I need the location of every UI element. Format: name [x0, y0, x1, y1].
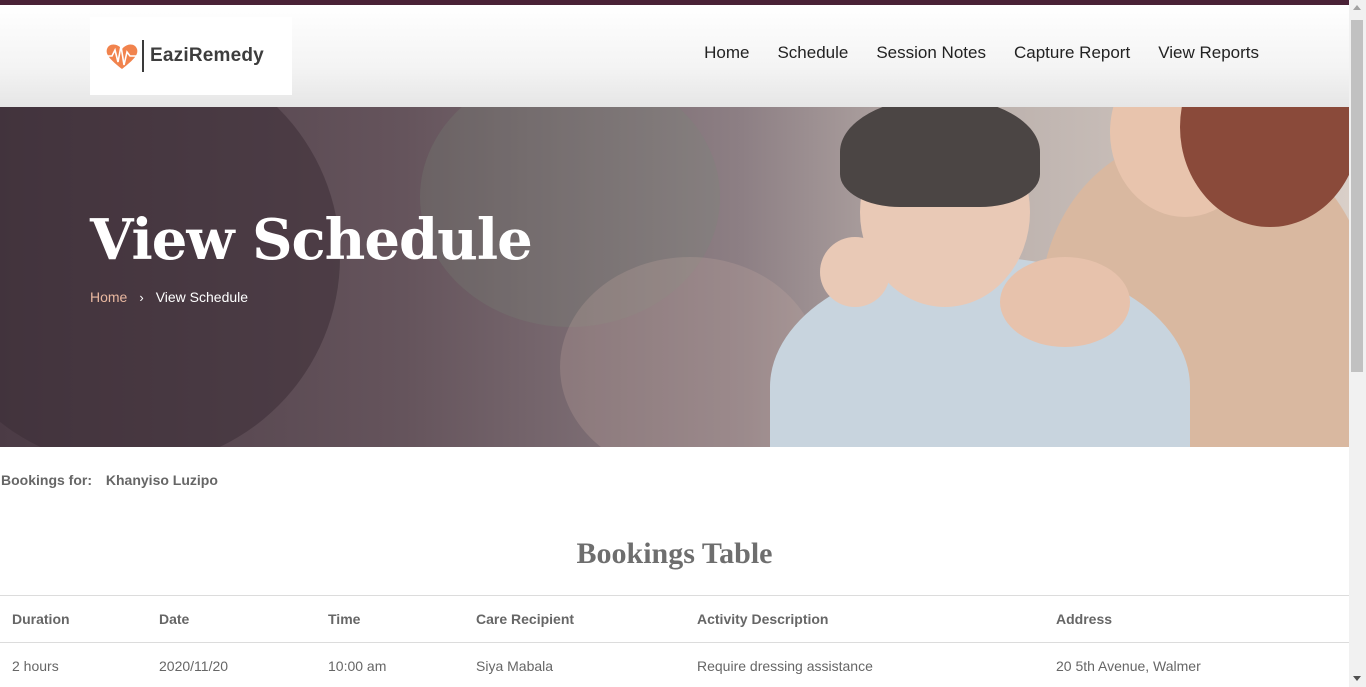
column-header: Duration [12, 611, 70, 627]
table-cell-activity: Require dressing assistance [697, 658, 873, 674]
bookings-for-name: Khanyiso Luzipo [105, 472, 218, 488]
logo-divider [142, 40, 144, 72]
column-header: Care Recipient [476, 611, 575, 627]
nav-capture-report[interactable]: Capture Report [1014, 43, 1130, 63]
column-header: Date [159, 611, 190, 627]
scrollbar-thumb[interactable] [1351, 20, 1363, 372]
table-cell-time: 10:00 am [328, 658, 387, 674]
column-header: Address [1056, 611, 1113, 627]
heartbeat-heart-icon [104, 41, 140, 71]
chevron-right-icon: › [139, 289, 144, 305]
table-header-row: Duration Date Time Care Recipient Activi… [0, 595, 1349, 642]
nav-schedule[interactable]: Schedule [777, 43, 848, 63]
main-nav: Home Schedule Session Notes Capture Repo… [704, 43, 1259, 63]
bookings-table: Duration Date Time Care Recipient Activi… [0, 595, 1349, 687]
scroll-up-arrow-icon[interactable] [1353, 5, 1361, 10]
nav-home[interactable]: Home [704, 43, 749, 63]
breadcrumb-home-link[interactable]: Home [90, 289, 127, 305]
logo-text: EaziRemedy [150, 45, 264, 66]
table-cell-address: 20 5th Avenue, Walmer [1056, 658, 1201, 674]
logo[interactable]: EaziRemedy [90, 17, 292, 95]
nav-view-reports[interactable]: View Reports [1158, 43, 1259, 63]
table-cell-date: 2020/11/20 [159, 658, 229, 674]
page-title: View Schedule [90, 207, 533, 273]
table-cell-duration: 2 hours [12, 658, 59, 674]
breadcrumb: Home › View Schedule [90, 289, 248, 305]
table-row: 2 hours 2020/11/20 10:00 am Siya Mabala … [0, 642, 1349, 687]
breadcrumb-current: View Schedule [155, 289, 249, 305]
table-title: Bookings Table [576, 537, 773, 570]
table-cell-care-recipient: Siya Mabala [476, 658, 554, 674]
nav-session-notes[interactable]: Session Notes [876, 43, 986, 63]
column-header: Time [328, 611, 361, 627]
scroll-down-arrow-icon[interactable] [1353, 676, 1361, 681]
vertical-scrollbar[interactable] [1349, 0, 1366, 687]
bookings-for: Bookings for: Khanyiso Luzipo [1, 472, 218, 488]
hero-banner: View Schedule Home › View Schedule [0, 107, 1349, 447]
column-header: Activity Description [697, 611, 829, 627]
site-header: EaziRemedy Home Schedule Session Notes C… [0, 5, 1349, 107]
bookings-for-label: Bookings for: [1, 472, 92, 488]
